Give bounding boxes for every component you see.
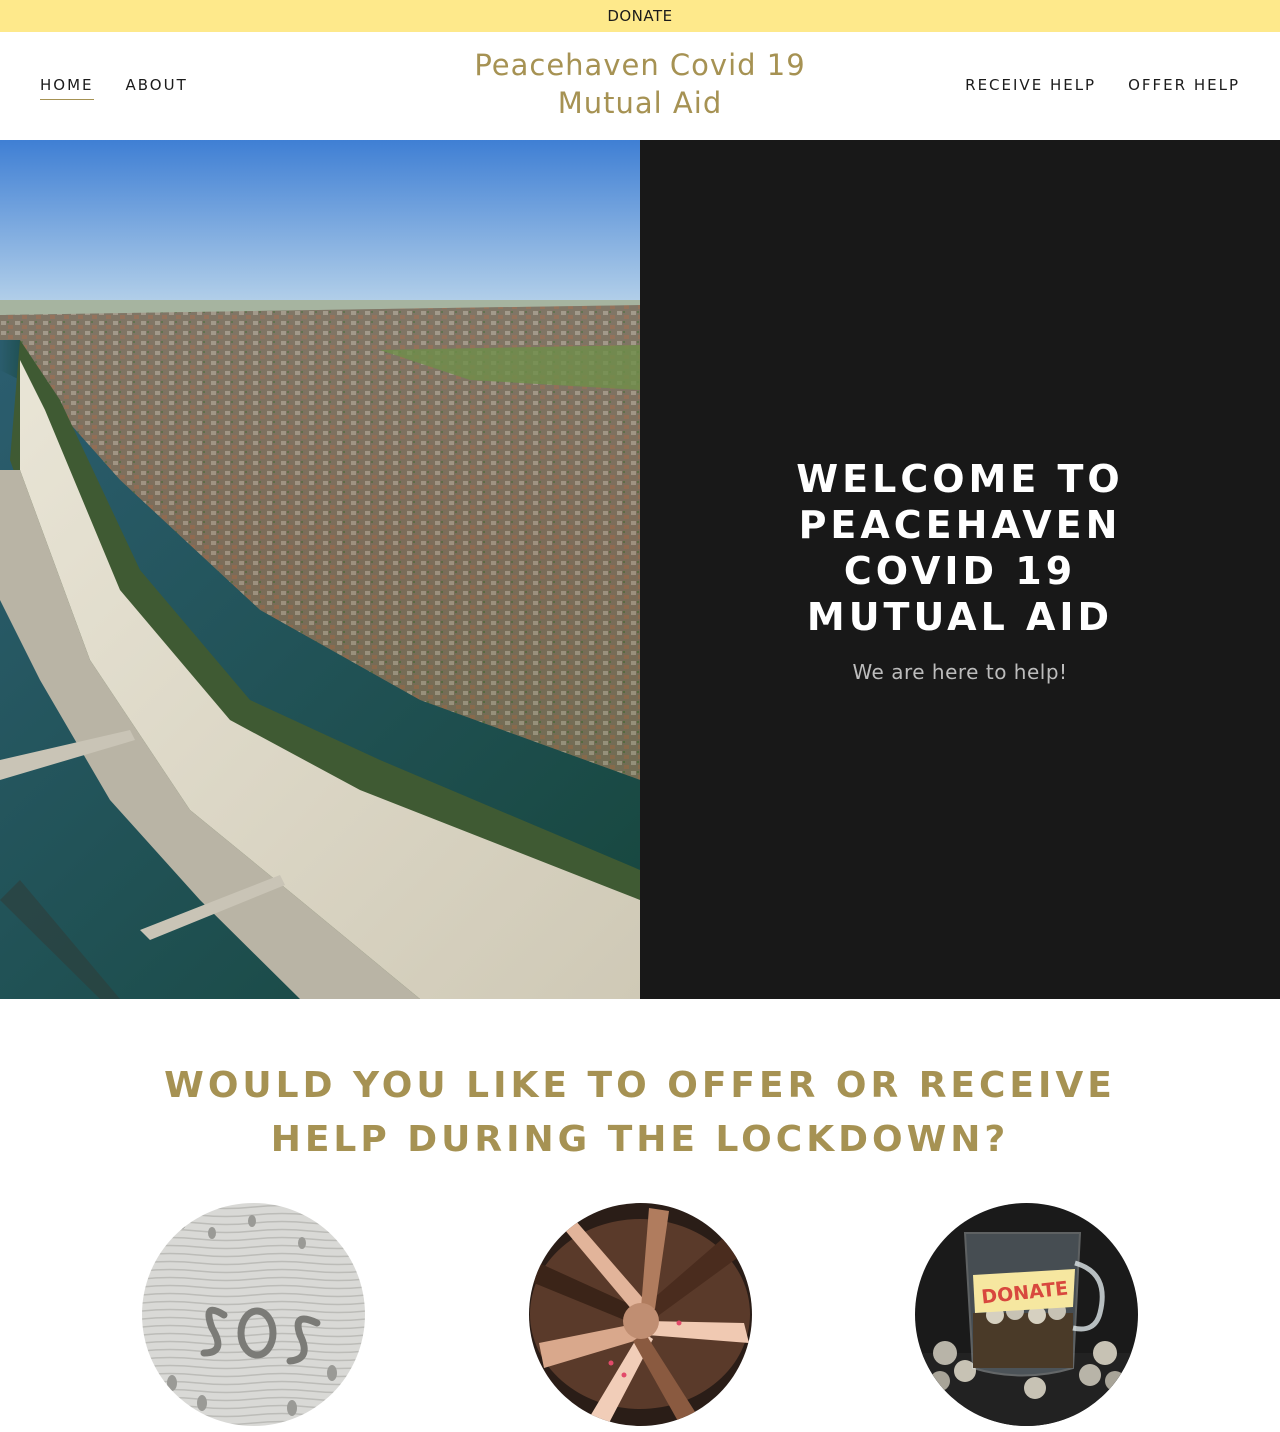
hero-text-panel: WELCOME TO PEACEHAVEN COVID 19 MUTUAL AI… [640,140,1280,999]
hero-heading: WELCOME TO PEACEHAVEN COVID 19 MUTUAL AI… [796,456,1124,639]
nav-about-link[interactable]: ABOUT [126,76,188,100]
joined-hands-image[interactable] [529,1203,752,1426]
site-title-line-2: Mutual Aid [557,86,723,120]
nav-home-link[interactable]: HOME [40,76,94,100]
donation-jar-image[interactable]: DONATE [915,1203,1138,1426]
primary-nav-left: HOME ABOUT [40,76,188,100]
site-title[interactable]: Peacehaven Covid 19 Mutual Aid [440,46,840,122]
hero-subtitle: We are here to help! [852,659,1068,684]
primary-nav-right: RECEIVE HELP OFFER HELP [965,76,1240,99]
hero-section: WELCOME TO PEACEHAVEN COVID 19 MUTUAL AI… [0,140,1280,999]
nav-receive-help-link[interactable]: RECEIVE HELP [965,76,1096,99]
sos-sand-image[interactable] [142,1203,365,1426]
site-title-line-1: Peacehaven Covid 19 [474,48,806,82]
help-section: WOULD YOU LIKE TO OFFER OR RECEIVE HELP … [0,999,1280,1432]
site-header: HOME ABOUT Peacehaven Covid 19 Mutual Ai… [0,32,1280,140]
help-section-heading: WOULD YOU LIKE TO OFFER OR RECEIVE HELP … [164,1065,1116,1160]
hero-cliff-photo [0,140,640,999]
nav-offer-help-link[interactable]: OFFER HELP [1128,76,1240,99]
donate-link[interactable]: DONATE [607,7,672,25]
donate-bar[interactable]: DONATE [0,0,1280,32]
